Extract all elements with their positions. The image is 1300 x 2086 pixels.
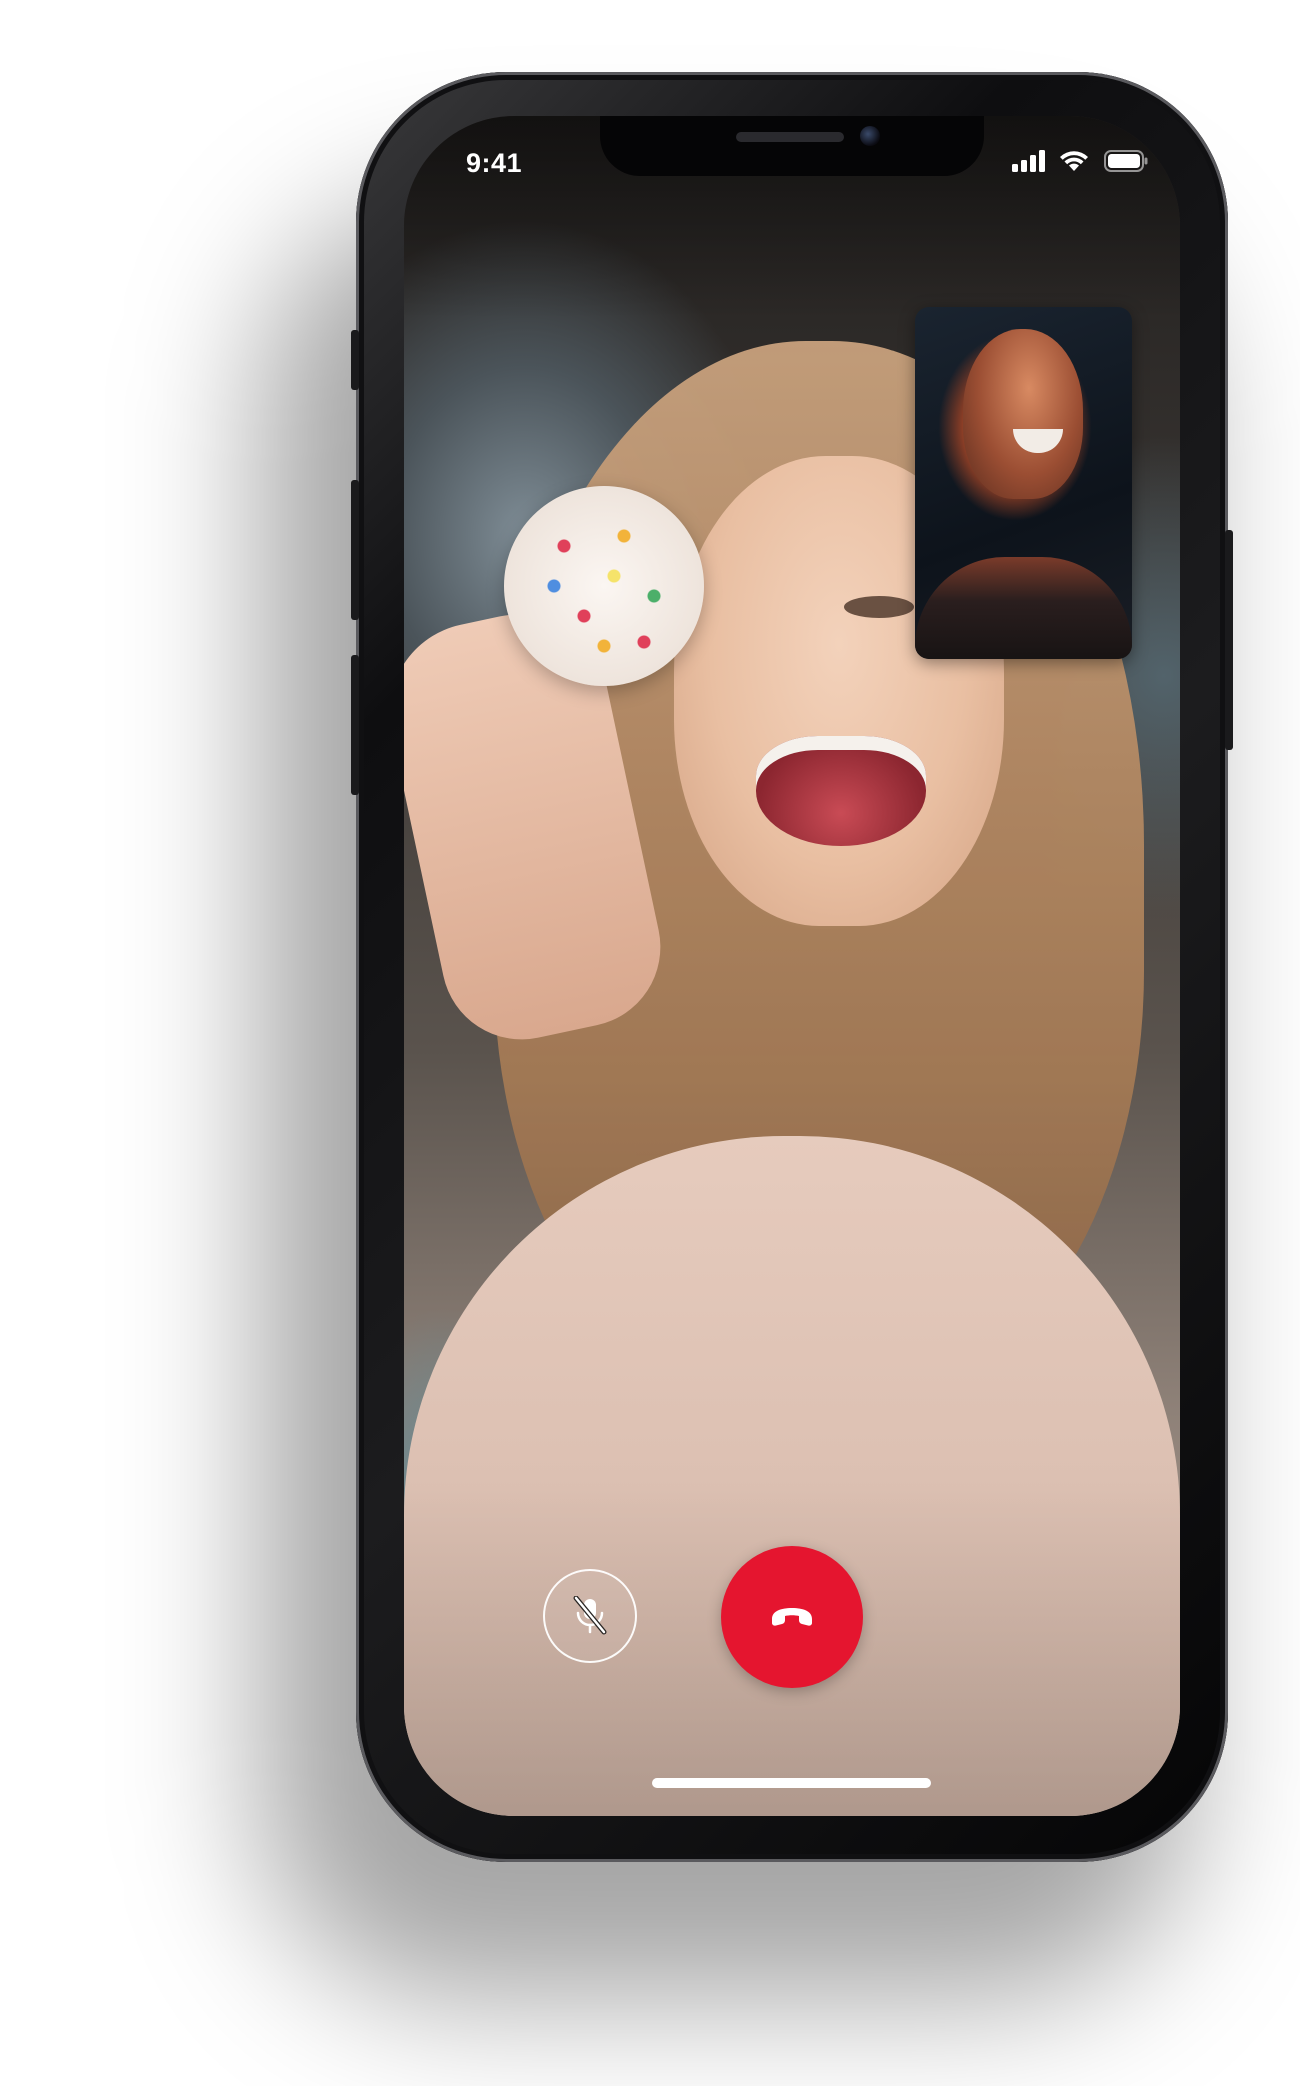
- silent-switch: [351, 330, 359, 390]
- status-time: 9:41: [466, 148, 523, 178]
- front-camera: [860, 126, 880, 146]
- power-button: [1225, 530, 1233, 750]
- pip-subject-body: [915, 557, 1132, 659]
- battery-icon: [1104, 150, 1148, 172]
- mockup-stage: 9:41: [0, 0, 1300, 2086]
- pip-subject-head: [963, 329, 1083, 499]
- mute-button[interactable]: [543, 1569, 637, 1663]
- volume-up-button: [351, 480, 359, 620]
- home-indicator[interactable]: [652, 1778, 931, 1788]
- self-video-pip[interactable]: [915, 307, 1132, 659]
- phone-hangup-icon: [772, 1608, 812, 1626]
- volume-down-button: [351, 655, 359, 795]
- wifi-icon: [1060, 151, 1088, 171]
- status-icons: [1012, 150, 1148, 180]
- earpiece-speaker: [736, 132, 844, 142]
- screen-notch: [600, 116, 984, 176]
- end-call-button[interactable]: [721, 1546, 863, 1688]
- cellular-signal-icon: [1012, 150, 1045, 172]
- microphone-muted-icon: [573, 1596, 607, 1635]
